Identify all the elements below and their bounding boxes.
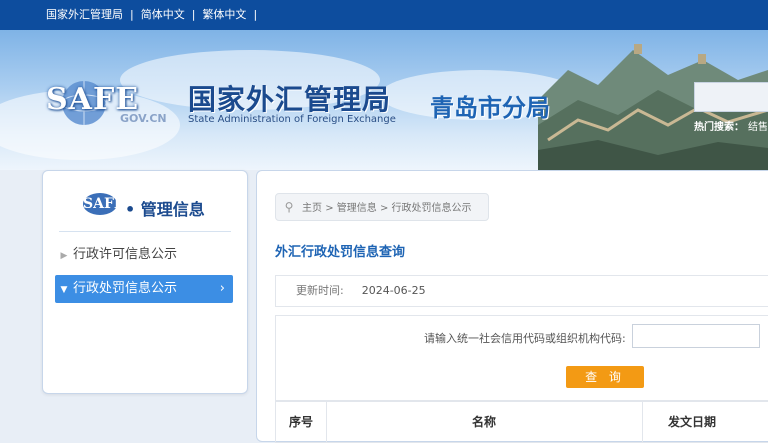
sidebar-item-admin-license[interactable]: ▶ 行政许可信息公示 (55, 241, 233, 269)
chevron-right-icon: › (219, 281, 225, 296)
top-link-traditional[interactable]: 繁体中文 (202, 8, 246, 21)
main-content: ⚲ 主页 > 管理信息 > 行政处罚信息公示 外汇行政处罚信息查询 更新时间: 20… (256, 170, 768, 443)
update-time-row: 更新时间: 2024-06-25 (275, 275, 768, 307)
bureau-name: 国家外汇管理局 (188, 83, 392, 116)
separator: | (130, 8, 134, 21)
bureau-name-english: State Administration of Foreign Exchange (188, 114, 396, 125)
breadcrumb-manage-info[interactable]: 管理信息 (337, 203, 377, 214)
top-nav-links: 国家外汇管理局 | 简体中文 | 繁体中文 | (46, 0, 264, 30)
top-link-safe[interactable]: 国家外汇管理局 (46, 8, 123, 21)
top-link-simplified[interactable]: 简体中文 (141, 8, 185, 21)
sidebar-item-admin-penalty[interactable]: ▼ 行政处罚信息公示 › (55, 275, 233, 303)
query-form: 请输入统一社会信用代码或组织机构代码: 查 询 (275, 315, 768, 401)
breadcrumb: ⚲ 主页 > 管理信息 > 行政处罚信息公示 (275, 193, 489, 221)
page-title: 外汇行政处罚信息查询 (275, 245, 406, 260)
caret-right-icon: ▶ (60, 251, 68, 261)
hot-search-keyword[interactable]: 结售 (748, 122, 768, 133)
update-time-label: 更新时间: (296, 284, 344, 297)
breadcrumb-current[interactable]: 行政处罚信息公示 (392, 203, 472, 214)
sidebar-title: • 管理信息 (125, 200, 205, 219)
gov-cn-text: GOV.CN (120, 112, 167, 125)
separator: | (191, 8, 196, 21)
location-pin-icon: ⚲ (284, 200, 294, 214)
credit-code-input[interactable] (632, 324, 760, 348)
sidebar-safe-logo: SAFE (83, 193, 125, 215)
breadcrumb-sep: > (325, 203, 334, 214)
column-header-date: 发文日期 (667, 415, 716, 429)
sidebar-header: SAFE • 管理信息 (59, 185, 231, 232)
top-nav-bar: 国家外汇管理局 | 简体中文 | 繁体中文 | (0, 0, 768, 30)
site-search-input[interactable] (694, 82, 768, 112)
branch-name: 青岛市分局 (430, 94, 550, 122)
hot-search: 热门搜索： 结售 (694, 118, 768, 133)
update-time-value: 2024-06-25 (361, 284, 426, 297)
query-button[interactable]: 查 询 (566, 366, 644, 388)
caret-down-icon: ▼ (60, 285, 68, 295)
column-header-index: 序号 (276, 402, 327, 442)
hot-search-label: 热门搜索： (694, 122, 744, 133)
sidebar: SAFE • 管理信息 ▶ 行政许可信息公示 ▼ 行政处罚信息公示 › (42, 170, 248, 394)
column-header-name: 名称 (326, 402, 643, 442)
separator: | (253, 8, 258, 21)
query-label: 请输入统一社会信用代码或组织机构代码: (424, 332, 626, 345)
breadcrumb-home[interactable]: 主页 (302, 203, 322, 214)
breadcrumb-sep: > (379, 203, 389, 214)
sidebar-item-label: 行政处罚信息公示 (73, 281, 178, 296)
sidebar-item-label: 行政许可信息公示 (73, 247, 178, 262)
results-table-header: 序号 名称 发文日期 (275, 401, 768, 443)
